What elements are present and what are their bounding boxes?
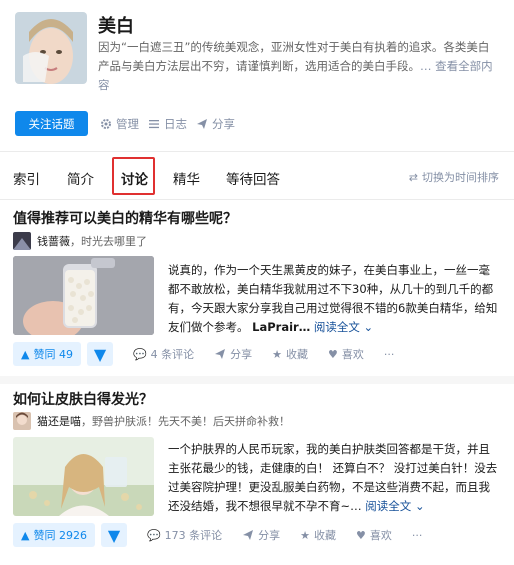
upvote-button[interactable]: ▲ 赞同 2926 [13,523,95,547]
gear-icon [101,119,111,129]
upvote-icon: ▲ [21,528,30,542]
heart-icon: ♥ [328,347,338,361]
more-button[interactable]: ··· [412,529,423,542]
comment-icon: 💬 [132,347,147,361]
like-label: 喜欢 [369,529,392,542]
share-icon [215,349,226,359]
log-button[interactable]: 日志 [148,116,187,132]
comment-icon: 💬 [146,528,161,542]
comments-button[interactable]: 💬 4 条评论 [133,346,194,362]
active-tab-highlight [112,157,155,195]
answer-actions: ▲ 赞同 2926 ▼ 💬 173 条评论 分享 ★ 收藏 ♥ 喜欢 ··· [13,523,422,547]
share-label: 分享 [230,348,253,361]
like-button[interactable]: ♥ 喜欢 [328,346,364,362]
topic-header: 美白 因为“一白遮三丑”的传统美观念，亚洲女性对于美白有执着的追求。各类美白产品… [0,0,514,152]
manage-label: 管理 [116,117,139,131]
sort-toggle-label: 切换为时间排序 [422,171,499,184]
answer-actions: ▲ 赞同 49 ▼ 💬 4 条评论 分享 ★ 收藏 ♥ 喜欢 ··· [13,342,394,366]
downvote-icon: ▼ [93,344,107,364]
favorite-label: 收藏 [314,529,337,542]
tab-intro[interactable]: 简介 [67,168,94,188]
favorite-button[interactable]: ★ 收藏 [300,527,336,543]
sort-toggle[interactable]: ⇄ 切换为时间排序 [409,169,499,185]
author-name[interactable]: 猫还是喵 [37,415,81,428]
upvote-count: 赞同 49 [33,348,73,361]
excerpt-text: 一个护肤界的人民币玩家，我的美白护肤类回答都是干货，并且主张花最少的钱，走健康的… [168,442,498,513]
share-icon [243,530,254,540]
author-bio: ，时光去哪里了 [70,235,147,248]
answer-excerpt[interactable]: 说真的，作为一个天生黑黄皮的妹子，在美白事业上，一丝一毫都不敢放松，美白精华我就… [168,261,501,337]
upvote-icon: ▲ [21,347,30,361]
comments-count: 4 条评论 [150,348,195,361]
share-button[interactable]: 分享 [242,527,280,543]
swap-icon: ⇄ [408,170,418,184]
excerpt-tail: LaPrair… [252,320,311,334]
star-icon: ★ [272,347,283,361]
like-label: 喜欢 [341,348,364,361]
heart-icon: ♥ [356,528,366,542]
like-button[interactable]: ♥ 喜欢 [356,527,392,543]
tab-index[interactable]: 索引 [13,168,40,188]
author-bio: ，野兽护肤派！先天不美！后天拼命补救！ [81,415,290,428]
avatar[interactable] [13,412,31,430]
share-topic-button[interactable]: 分享 [196,116,235,132]
downvote-button[interactable]: ▼ [100,523,127,547]
tab-waiting-answer[interactable]: 等待回答 [226,168,280,188]
upvote-count: 赞同 2926 [33,529,87,542]
answer-thumbnail[interactable] [13,256,154,335]
comments-button[interactable]: 💬 173 条评论 [147,527,222,543]
manage-button[interactable]: 管理 [100,116,139,132]
topic-title: 美白 [98,16,134,37]
share-label: 分享 [258,529,281,542]
read-more-link[interactable]: 阅读全文 ⌄ [365,499,424,513]
author-name[interactable]: 钱蔷薇 [37,235,70,248]
answer-thumbnail[interactable] [13,437,154,516]
share-button[interactable]: 分享 [214,346,252,362]
answer-excerpt[interactable]: 一个护肤界的人民币玩家，我的美白护肤类回答都是干货，并且主张花最少的钱，走健康的… [168,440,501,516]
downvote-button[interactable]: ▼ [86,342,113,366]
favorite-button[interactable]: ★ 收藏 [272,346,308,362]
author-row: 猫还是喵，野兽护肤派！先天不美！后天拼命补救！ [13,412,290,430]
log-label: 日志 [164,117,187,131]
question-title[interactable]: 值得推荐可以美白的精华有哪些呢？ [13,208,237,228]
question-title[interactable]: 如何让皮肤白得发光？ [13,389,153,409]
tab-featured[interactable]: 精华 [173,168,200,188]
read-more-link[interactable]: 阅读全文 ⌄ [314,320,373,334]
feed-divider [0,376,514,384]
topic-description: 因为“一白遮三丑”的传统美观念，亚洲女性对于美白有执着的追求。各类美白产品与美白… [98,38,498,95]
topic-tabs: 索引 简介 讨论 精华 等待回答 ⇄ 切换为时间排序 [0,152,514,200]
upvote-button[interactable]: ▲ 赞同 49 [13,342,81,366]
comments-count: 173 条评论 [164,529,223,542]
more-button[interactable]: ··· [384,348,395,361]
share-label: 分享 [212,117,235,131]
downvote-icon: ▼ [107,525,121,545]
topic-avatar [15,12,87,84]
follow-topic-button[interactable]: 关注话题 [15,111,88,136]
favorite-label: 收藏 [286,348,309,361]
list-icon [149,120,159,129]
share-icon [197,119,207,129]
author-row: 钱蔷薇，时光去哪里了 [13,232,147,250]
avatar[interactable] [13,232,31,250]
star-icon: ★ [300,528,311,542]
